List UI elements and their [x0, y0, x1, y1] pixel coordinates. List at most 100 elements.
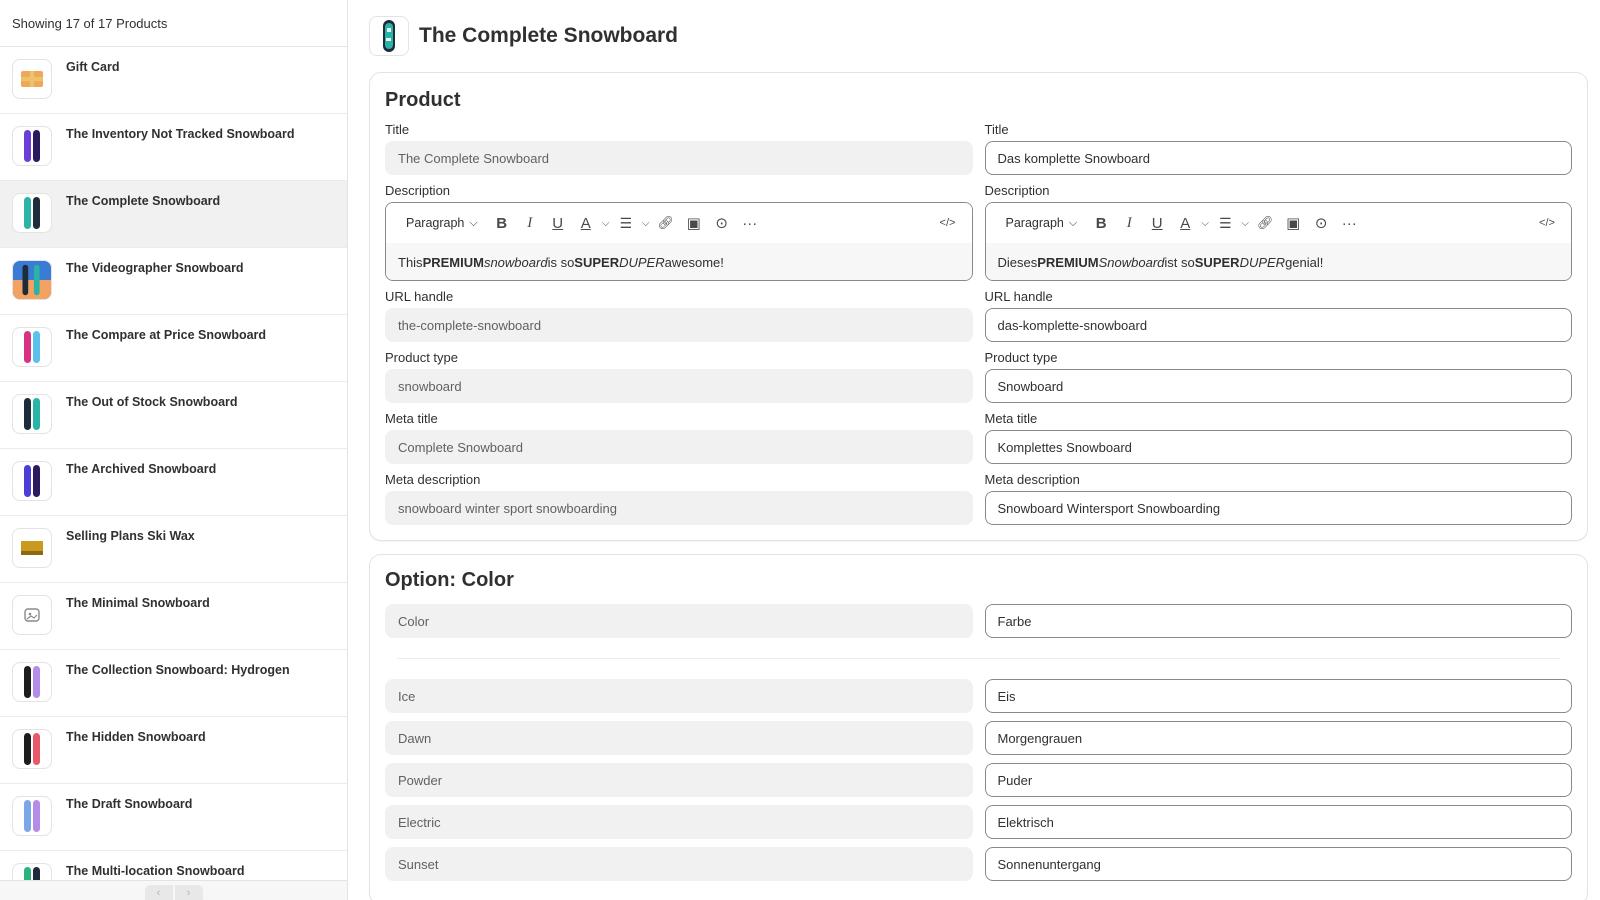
link-icon[interactable]: 🔗︎	[652, 211, 680, 235]
sidebar-product-name: The Minimal Snowboard	[66, 596, 210, 610]
italic-text: DUPER	[1239, 254, 1286, 270]
sidebar-product-item[interactable]: Gift Card	[0, 47, 347, 114]
chevron-down-icon: ⌵	[469, 216, 478, 229]
link-icon[interactable]: 🔗︎	[1251, 211, 1279, 235]
image-icon[interactable]: ▣	[680, 211, 708, 235]
text-color-icon[interactable]: A	[1171, 211, 1199, 235]
description-source-field: Description Paragraph ⌵ B I U A ⌵ ☰ ⌵ 🔗︎	[385, 183, 973, 281]
title-source-field: Title The Complete Snowboard	[385, 122, 973, 175]
sidebar-product-item[interactable]: The Videographer Snowboard	[0, 248, 347, 315]
description-label: Description	[984, 183, 1050, 198]
paragraph-label: Paragraph	[406, 216, 465, 230]
next-page-button[interactable]: ›	[174, 885, 203, 900]
option-value-row: Powder Puder	[385, 763, 1572, 797]
option-value-source: Ice	[385, 679, 973, 713]
option-value-row: Sunset Sonnenuntergang	[385, 847, 1572, 881]
option-value-translation-input[interactable]: Elektrisch	[984, 805, 1572, 839]
meta-title-label: Meta title	[385, 411, 438, 426]
meta-description-translation-field: Meta description Snowboard Wintersport S…	[984, 472, 1572, 525]
code-view-icon[interactable]: </>	[934, 211, 962, 235]
underline-icon[interactable]: U	[1143, 211, 1171, 235]
video-icon[interactable]: ⊙	[1307, 211, 1335, 235]
italic-text: DUPER	[619, 254, 665, 270]
previous-page-button[interactable]: ‹	[144, 885, 173, 900]
align-icon[interactable]: ☰	[612, 211, 640, 235]
url-handle-translation-input[interactable]: das-komplette-snowboard	[984, 308, 1572, 342]
option-value-source: Dawn	[385, 721, 973, 755]
meta-title-translation-field: Meta title Komplettes Snowboard	[984, 411, 1572, 464]
product-type-source-field: Product type snowboard	[385, 350, 973, 403]
align-icon[interactable]: ☰	[1211, 211, 1239, 235]
sidebar-product-item[interactable]: Selling Plans Ski Wax	[0, 516, 347, 583]
sidebar-product-name: The Complete Snowboard	[66, 194, 221, 208]
product-sidebar: Showing 17 of 17 Products Gift Card The …	[0, 0, 348, 900]
rich-text-toolbar: Paragraph ⌵ B I U A ⌵ ☰ ⌵ 🔗︎ ▣ ⊙ ··· </>	[985, 203, 1571, 243]
text-segment: This	[398, 254, 423, 270]
italic-text: snowboard	[483, 254, 548, 270]
more-icon[interactable]: ···	[736, 211, 764, 235]
chevron-down-icon[interactable]: ⌵	[1199, 211, 1211, 235]
sidebar-product-item[interactable]: The Draft Snowboard	[0, 784, 347, 851]
sidebar-product-item[interactable]: The Out of Stock Snowboard	[0, 382, 347, 449]
paragraph-format-select[interactable]: Paragraph ⌵	[406, 216, 478, 230]
code-view-icon[interactable]: </>	[1533, 211, 1561, 235]
title-translation-input[interactable]: Das komplette Snowboard	[984, 141, 1572, 175]
meta-description-translation-input[interactable]: Snowboard Wintersport Snowboarding	[984, 491, 1572, 525]
option-value-source: Sunset	[385, 847, 973, 881]
sidebar-product-item[interactable]: The Minimal Snowboard	[0, 583, 347, 650]
meta-title-label: Meta title	[984, 411, 1038, 426]
sidebar-product-name: The Out of Stock Snowboard	[66, 395, 238, 409]
sidebar-product-item[interactable]: The Archived Snowboard	[0, 449, 347, 516]
option-value-translation-input[interactable]: Eis	[984, 679, 1572, 713]
sidebar-product-item[interactable]: The Inventory Not Tracked Snowboard	[0, 114, 347, 181]
paragraph-label: Paragraph	[1005, 216, 1064, 230]
product-type-label: Product type	[984, 350, 1058, 365]
meta-title-translation-input[interactable]: Komplettes Snowboard	[984, 430, 1572, 464]
bold-text: PREMIUM	[1037, 254, 1099, 270]
sidebar-product-item[interactable]: The Compare at Price Snowboard	[0, 315, 347, 382]
snowboard-icon	[383, 20, 395, 52]
product-type-translation-input[interactable]: Snowboard	[984, 369, 1572, 403]
sidebar-product-item[interactable]: The Collection Snowboard: Hydrogen	[0, 650, 347, 717]
option-name-translation-input[interactable]: Farbe	[984, 604, 1572, 638]
chevron-down-icon[interactable]: ⌵	[640, 211, 652, 235]
image-icon[interactable]: ▣	[1279, 211, 1307, 235]
chevron-down-icon: ⌵	[1068, 216, 1078, 229]
more-icon[interactable]: ···	[1335, 211, 1363, 235]
bold-icon[interactable]: B	[488, 211, 516, 235]
pagination: ‹ ›	[0, 880, 347, 900]
url-handle-label: URL handle	[984, 289, 1053, 304]
option-value-translation-input[interactable]: Sonnenuntergang	[984, 847, 1572, 881]
sidebar-product-item[interactable]: The Complete Snowboard	[0, 181, 347, 248]
text-segment: Dieses	[997, 254, 1038, 270]
product-type-source-value: snowboard	[385, 369, 973, 403]
description-translation-text[interactable]: Dieses PREMIUM Snowboard ist so SUPER DUP…	[985, 243, 1571, 280]
sidebar-product-name: The Hidden Snowboard	[66, 730, 206, 744]
teal-snowboard-thumbnail	[12, 193, 52, 233]
option-value-translation-input[interactable]: Puder	[984, 763, 1572, 797]
underline-icon[interactable]: U	[544, 211, 572, 235]
sidebar-product-item[interactable]: The Hidden Snowboard	[0, 717, 347, 784]
chevron-down-icon[interactable]: ⌵	[1239, 211, 1251, 235]
description-translation-editor[interactable]: Paragraph ⌵ B I U A ⌵ ☰ ⌵ 🔗︎ ▣ ⊙ ··· </>…	[984, 202, 1572, 281]
sidebar-product-name: The Compare at Price Snowboard	[66, 328, 267, 342]
meta-description-label: Meta description	[385, 472, 481, 487]
title-label: Title	[984, 122, 1009, 137]
option-value-row: Electric Elektrisch	[385, 805, 1572, 839]
chevron-down-icon[interactable]: ⌵	[600, 211, 612, 235]
paragraph-format-select[interactable]: Paragraph ⌵	[1006, 216, 1078, 230]
sidebar-product-name: Gift Card	[66, 60, 120, 74]
text-color-icon[interactable]: A	[572, 211, 600, 235]
pink-snowboard-thumbnail	[12, 327, 52, 367]
video-icon[interactable]: ⊙	[708, 211, 736, 235]
option-value-translation-input[interactable]: Morgengrauen	[984, 721, 1572, 755]
description-translation-field: Description Paragraph ⌵ B I U A ⌵ ☰ ⌵ 🔗︎	[984, 183, 1572, 281]
option-values-list: Ice Eis Dawn Morgengrauen Powder Puder Elec…	[385, 679, 1572, 881]
italic-icon[interactable]: I	[516, 211, 544, 235]
italic-icon[interactable]: I	[1115, 211, 1143, 235]
sidebar-product-name: The Videographer Snowboard	[66, 261, 244, 275]
hidden-snowboard-thumbnail	[12, 729, 52, 769]
description-label: Description	[385, 183, 451, 198]
sidebar-product-name: The Multi-location Snowboard	[66, 864, 245, 878]
bold-icon[interactable]: B	[1087, 211, 1115, 235]
